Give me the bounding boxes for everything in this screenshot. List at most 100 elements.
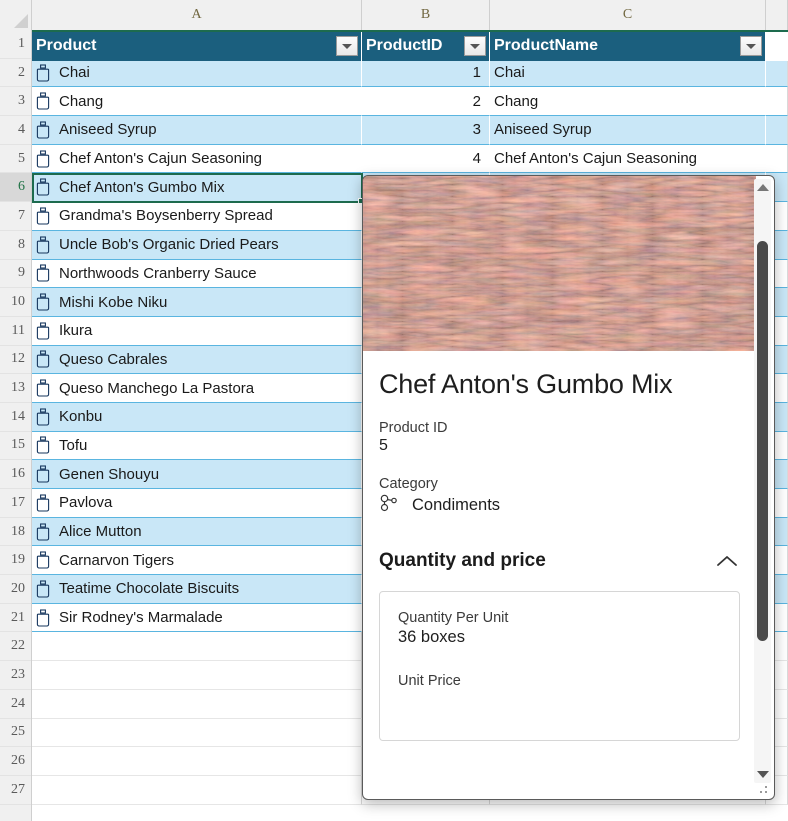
scroll-up-arrow[interactable] (754, 179, 771, 196)
scroll-down-arrow[interactable] (754, 766, 771, 783)
filter-dropdown-a[interactable] (336, 36, 358, 56)
row-header-24[interactable]: 24 (0, 689, 31, 719)
cell-product[interactable]: Chef Anton's Cajun Seasoning (32, 144, 362, 174)
data-type-card[interactable]: Chef Anton's Gumbo Mix Product ID 5 Cate… (362, 175, 775, 800)
linked-data-type-icon[interactable] (36, 436, 52, 455)
cell-product[interactable]: Alice Mutton (32, 517, 362, 547)
row-header-2[interactable]: 2 (0, 58, 31, 88)
resize-grip-icon[interactable] (760, 786, 769, 795)
cell-overflow[interactable] (766, 144, 788, 174)
chevron-up-icon[interactable] (714, 548, 740, 574)
filter-dropdown-b[interactable] (464, 36, 486, 56)
linked-data-type-icon[interactable] (36, 178, 52, 196)
row-header-25[interactable]: 25 (0, 718, 31, 748)
row-header-7[interactable]: 7 (0, 202, 31, 231)
row-header-22[interactable]: 22 (0, 632, 31, 662)
empty-cell[interactable] (32, 775, 362, 805)
linked-data-type-icon[interactable] (36, 522, 52, 541)
cell-product[interactable]: Carnarvon Tigers (32, 546, 362, 576)
cell-product[interactable]: Konbu (32, 402, 362, 432)
linked-data-type-icon[interactable] (36, 322, 52, 340)
cell-overflow[interactable] (766, 58, 788, 88)
card-scrollbar-thumb[interactable] (757, 241, 768, 641)
linked-data-type-icon[interactable] (36, 63, 52, 82)
cell-overflow[interactable] (766, 116, 788, 145)
table-header-product[interactable]: Product (32, 32, 362, 61)
row-header-6[interactable]: 6 (0, 173, 31, 203)
cell-product[interactable]: Chang (32, 87, 362, 117)
row-header-9[interactable]: 9 (0, 259, 31, 289)
cell-product[interactable]: Northwoods Cranberry Sauce (32, 259, 362, 289)
cell-product-name[interactable]: Chang (490, 87, 766, 117)
row-header-10[interactable]: 10 (0, 288, 31, 317)
row-header-23[interactable]: 23 (0, 661, 31, 690)
cell-product[interactable]: Pavlova (32, 489, 362, 518)
empty-cell[interactable] (32, 632, 362, 662)
empty-cell[interactable] (32, 718, 362, 748)
cell-product[interactable]: Chef Anton's Gumbo Mix (32, 173, 362, 203)
column-header-a[interactable]: A (32, 0, 362, 30)
row-header-11[interactable]: 11 (0, 316, 31, 346)
cell-product[interactable]: Ikura (32, 316, 362, 346)
linked-data-type-icon[interactable] (36, 465, 52, 483)
cell-product[interactable]: Tofu (32, 431, 362, 461)
table-row[interactable]: Chef Anton's Cajun Seasoning 4 Chef Anton'… (32, 144, 788, 174)
card-scrollbar[interactable] (754, 179, 771, 783)
row-header-27[interactable]: 27 (0, 775, 31, 805)
table-row[interactable]: Chang 2 Chang (32, 87, 788, 117)
linked-data-type-icon[interactable] (36, 580, 52, 598)
empty-cell[interactable] (32, 689, 362, 719)
empty-cell[interactable] (32, 661, 362, 690)
linked-data-type-icon[interactable] (36, 609, 52, 627)
row-header-1[interactable]: 1 (0, 30, 31, 59)
column-header-b[interactable]: B (362, 0, 490, 30)
linked-data-type-icon[interactable] (36, 264, 52, 282)
linked-data-type-icon[interactable] (36, 150, 52, 168)
empty-cell[interactable] (32, 747, 362, 776)
linked-data-type-icon[interactable] (36, 408, 52, 426)
linked-data-type-icon[interactable] (36, 121, 52, 139)
cell-product[interactable]: Uncle Bob's Organic Dried Pears (32, 230, 362, 260)
card-scrollbar-track[interactable] (754, 196, 771, 766)
select-all-corner[interactable] (0, 0, 32, 30)
row-header-21[interactable]: 21 (0, 603, 31, 633)
row-header-18[interactable]: 18 (0, 517, 31, 547)
table-header-productname[interactable]: ProductName (490, 32, 766, 61)
row-header-13[interactable]: 13 (0, 374, 31, 403)
linked-data-type-icon[interactable] (36, 379, 52, 397)
cell-product-id[interactable]: 3 (362, 116, 490, 145)
row-header-16[interactable]: 16 (0, 460, 31, 489)
row-header-4[interactable]: 4 (0, 116, 31, 145)
cell-product[interactable]: Mishi Kobe Niku (32, 288, 362, 317)
cell-product[interactable]: Aniseed Syrup (32, 116, 362, 145)
cell-overflow[interactable] (766, 87, 788, 117)
cell-product-name[interactable]: Chai (490, 58, 766, 88)
column-header-d[interactable] (766, 0, 788, 30)
cell-product[interactable]: Grandma's Boysenberry Spread (32, 202, 362, 231)
cell-product[interactable]: Genen Shouyu (32, 460, 362, 489)
cell-product-name[interactable]: Chef Anton's Cajun Seasoning (490, 144, 766, 174)
row-header-26[interactable]: 26 (0, 747, 31, 776)
cell-product[interactable]: Teatime Chocolate Biscuits (32, 575, 362, 604)
cell-product-id[interactable]: 2 (362, 87, 490, 117)
column-header-c[interactable]: C (490, 0, 766, 30)
row-header-19[interactable]: 19 (0, 546, 31, 576)
row-header-8[interactable]: 8 (0, 230, 31, 260)
quantity-and-price-header[interactable]: Quantity and price (379, 548, 740, 574)
table-header-productid[interactable]: ProductID (362, 32, 490, 61)
cell-product-id[interactable]: 4 (362, 144, 490, 174)
linked-data-type-icon[interactable] (36, 207, 52, 225)
linked-data-type-icon[interactable] (36, 350, 52, 368)
cell-product[interactable]: Queso Cabrales (32, 345, 362, 375)
linked-data-type-icon[interactable] (36, 293, 52, 311)
cell-product[interactable]: Queso Manchego La Pastora (32, 374, 362, 403)
cell-product-id[interactable]: 1 (362, 58, 490, 88)
row-header-12[interactable]: 12 (0, 345, 31, 375)
linked-data-type-icon[interactable] (36, 494, 52, 512)
category-row[interactable]: Condiments (379, 493, 740, 518)
linked-data-type-icon[interactable] (36, 92, 52, 110)
row-header-3[interactable]: 3 (0, 87, 31, 117)
filter-dropdown-c[interactable] (740, 36, 762, 56)
table-row[interactable]: Chai 1 Chai (32, 58, 788, 88)
row-header-14[interactable]: 14 (0, 402, 31, 432)
